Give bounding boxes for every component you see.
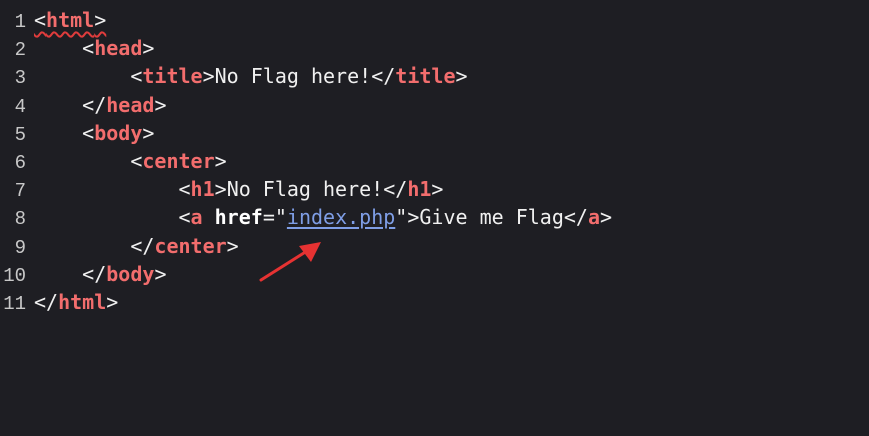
tag-name: head bbox=[106, 92, 155, 117]
code-text: <title>No Flag here!</title> bbox=[34, 62, 468, 90]
code-line[interactable]: 4 </head> bbox=[0, 91, 167, 119]
line-number: 11 bbox=[3, 293, 26, 315]
tag-name: html bbox=[58, 290, 107, 314]
punctuation: < bbox=[178, 205, 191, 230]
tag-name: h1 bbox=[190, 177, 215, 202]
code-text: <center> bbox=[34, 147, 227, 175]
code-text: <head> bbox=[34, 34, 154, 62]
punctuation: </ bbox=[371, 64, 396, 89]
punctuation: > bbox=[600, 205, 613, 230]
punctuation: =" bbox=[262, 205, 287, 230]
code-text: </head> bbox=[34, 91, 166, 119]
punctuation: > bbox=[106, 290, 119, 314]
punctuation: < bbox=[82, 36, 95, 61]
code-line[interactable]: 8 <a href="index.php">Give me Flag</a> bbox=[0, 203, 612, 231]
code-text: <body> bbox=[34, 119, 154, 147]
punctuation: > bbox=[154, 92, 167, 117]
code-line[interactable]: 3 <title>No Flag here!</title> bbox=[0, 62, 468, 90]
code-text: </html> bbox=[34, 288, 118, 316]
punctuation: </ bbox=[82, 261, 107, 286]
punctuation: > bbox=[142, 120, 155, 145]
line-number: 3 bbox=[14, 67, 26, 90]
punctuation: < bbox=[178, 177, 191, 202]
punctuation: </ bbox=[34, 290, 59, 314]
code-text: <h1>No Flag here!</h1> bbox=[34, 175, 444, 203]
punctuation: </ bbox=[82, 92, 107, 117]
line-number: 8 bbox=[14, 208, 26, 231]
line-number: 2 bbox=[14, 39, 26, 62]
tag-name: html bbox=[46, 8, 95, 32]
attribute-name: href bbox=[214, 205, 263, 230]
code-line[interactable]: 1 <html> bbox=[0, 6, 107, 34]
tag-name: a bbox=[587, 205, 601, 230]
line-number: 6 bbox=[14, 152, 26, 174]
code-line[interactable]: 6 <center> bbox=[0, 147, 227, 175]
punctuation: > bbox=[154, 261, 167, 286]
tag-name: head bbox=[94, 36, 143, 61]
tag-name: body bbox=[106, 261, 155, 286]
code-text: </center> bbox=[34, 232, 239, 260]
punctuation: > bbox=[226, 233, 239, 258]
line-number: 10 bbox=[3, 264, 26, 287]
punctuation: > bbox=[142, 36, 155, 61]
tag-name: h1 bbox=[407, 177, 432, 202]
punctuation: > bbox=[455, 64, 468, 89]
text-content: Give me Flag bbox=[419, 205, 564, 230]
code-line[interactable]: 9 </center> bbox=[0, 232, 239, 260]
tag-name: title bbox=[395, 64, 456, 89]
punctuation: > bbox=[202, 64, 215, 89]
tag-name: a bbox=[190, 205, 203, 230]
punctuation: </ bbox=[130, 233, 155, 258]
code-text: <a href="index.php">Give me Flag</a> bbox=[34, 203, 613, 231]
punctuation: < bbox=[130, 149, 143, 173]
punctuation: > bbox=[94, 8, 107, 32]
punctuation: < bbox=[82, 120, 95, 145]
text-content: No Flag here! bbox=[226, 177, 384, 202]
line-number: 9 bbox=[14, 236, 26, 259]
tag-name: body bbox=[94, 120, 143, 145]
line-number: 5 bbox=[14, 123, 26, 146]
text-content: No Flag here! bbox=[214, 64, 372, 89]
code-line[interactable]: 5 <body> bbox=[0, 119, 155, 147]
code-line[interactable]: 2 <head> bbox=[0, 34, 155, 62]
punctuation: < bbox=[130, 64, 143, 89]
punctuation: "> bbox=[395, 205, 420, 230]
tag-name: title bbox=[142, 64, 203, 89]
punctuation: </ bbox=[383, 177, 408, 202]
code-editor[interactable]: 1 <html> 2 <head> 3 <title>No Flag here!</t… bbox=[0, 0, 869, 436]
punctuation: > bbox=[431, 177, 444, 202]
line-number: 4 bbox=[14, 95, 26, 118]
code-line[interactable]: 11 </html> bbox=[0, 288, 118, 316]
punctuation: > bbox=[214, 177, 227, 202]
punctuation: > bbox=[214, 149, 227, 173]
line-number: 1 bbox=[14, 11, 26, 33]
red-arrow-icon bbox=[259, 242, 321, 282]
link-value[interactable]: index.php bbox=[287, 205, 395, 229]
tag-name: center bbox=[154, 233, 227, 258]
code-line[interactable]: 10 </body> bbox=[0, 260, 166, 288]
code-line[interactable]: 7 <h1>No Flag here!</h1> bbox=[0, 175, 444, 203]
punctuation: </ bbox=[563, 205, 588, 230]
tag-name: center bbox=[142, 149, 215, 173]
code-text: </body> bbox=[34, 260, 166, 288]
code-text: <html> bbox=[34, 6, 106, 34]
punctuation: < bbox=[34, 8, 47, 32]
line-number: 7 bbox=[14, 180, 26, 203]
punctuation bbox=[203, 205, 215, 229]
